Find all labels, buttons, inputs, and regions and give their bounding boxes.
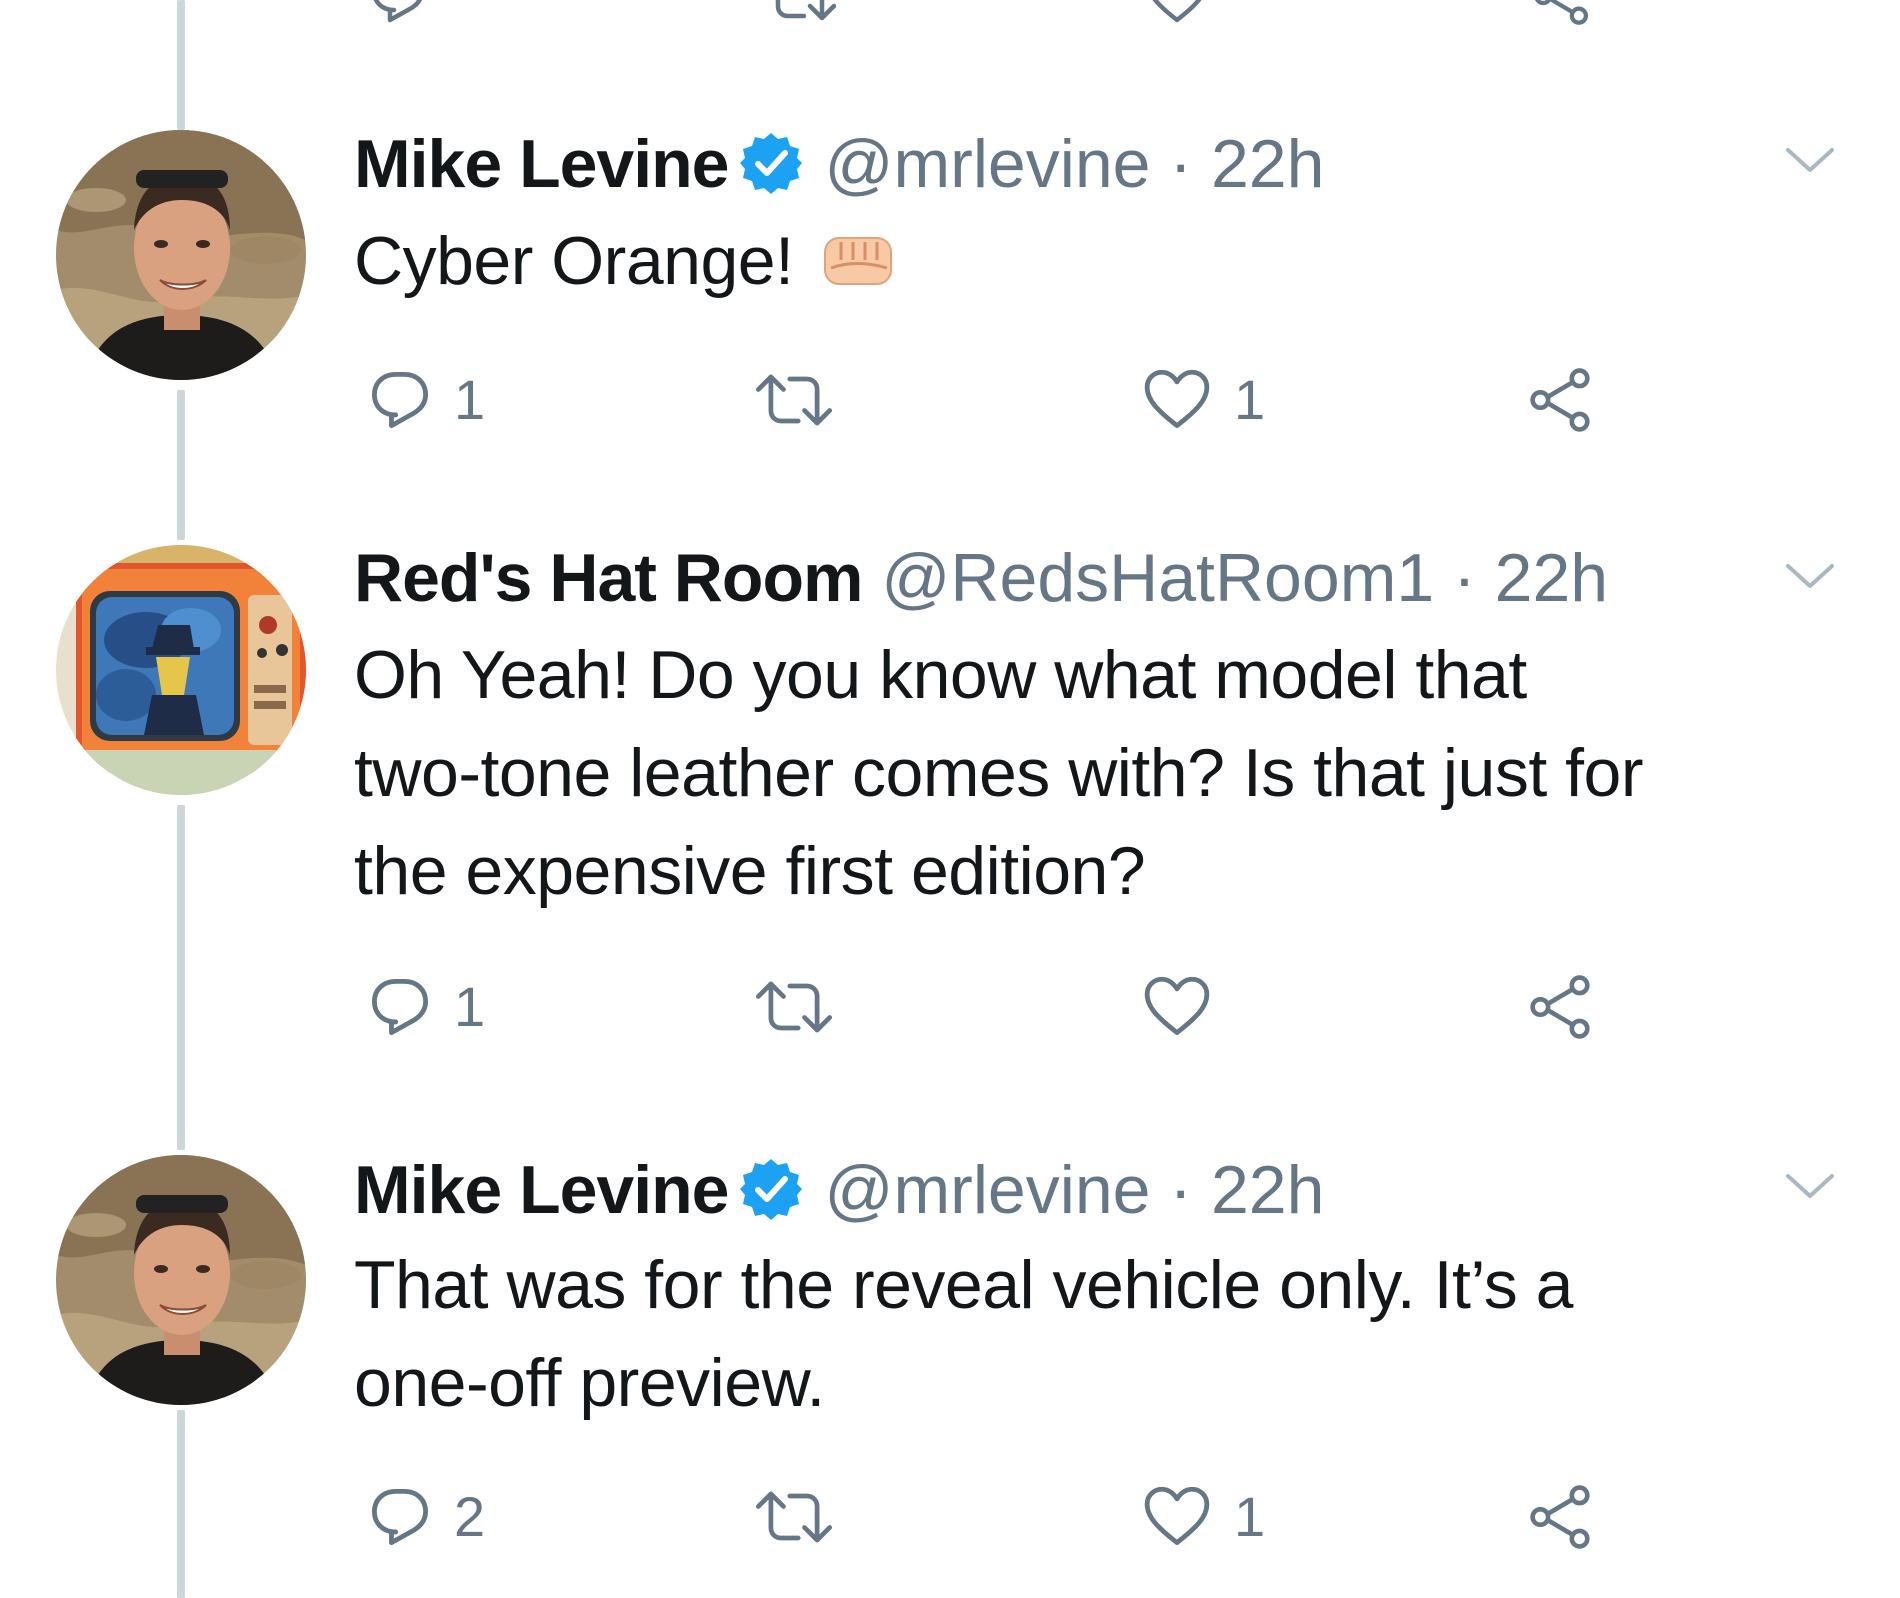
like-count: 1 bbox=[1234, 368, 1266, 431]
tweet-text-line: two-tone leather comes with? Is that jus… bbox=[354, 735, 1644, 811]
retweet-icon bbox=[752, 368, 836, 432]
retweet-icon bbox=[752, 975, 836, 1039]
share-button[interactable] bbox=[1528, 355, 1594, 445]
reply-count: 1 bbox=[454, 368, 486, 431]
retweet-icon[interactable] bbox=[760, 0, 840, 26]
tweet-actions: 1 bbox=[0, 962, 1900, 1052]
chevron-down-icon[interactable] bbox=[1782, 1166, 1838, 1206]
author-name[interactable]: Mike Levine bbox=[354, 1152, 729, 1228]
retweet-button[interactable] bbox=[752, 1472, 858, 1562]
retweet-button[interactable] bbox=[752, 962, 858, 1052]
avatar[interactable] bbox=[56, 130, 306, 380]
tweet-text: That was for the reveal vehicle only. It… bbox=[354, 1236, 1854, 1432]
verified-badge-icon bbox=[739, 131, 803, 195]
tweet-header: Red's Hat Room @RedsHatRoom1 · 22h bbox=[354, 538, 1608, 618]
like-button[interactable] bbox=[1142, 962, 1234, 1052]
author-name[interactable]: Mike Levine bbox=[354, 126, 729, 202]
separator: · bbox=[1169, 1152, 1193, 1228]
heart-icon bbox=[1142, 975, 1212, 1039]
like-button[interactable]: 1 bbox=[1142, 355, 1265, 445]
heart-icon[interactable] bbox=[1145, 0, 1209, 26]
tweet-header: Mike Levine @mrlevine · 22h bbox=[354, 124, 1324, 204]
tweet-text-line: That was for the reveal vehicle only. It… bbox=[354, 1247, 1573, 1323]
share-icon bbox=[1528, 1484, 1594, 1550]
reply-icon[interactable] bbox=[368, 0, 428, 26]
tweet-text: Cyber Orange! bbox=[354, 212, 1854, 310]
avatar[interactable] bbox=[56, 1155, 306, 1405]
tweet-text-line: Cyber Orange! bbox=[354, 223, 794, 299]
share-icon bbox=[1528, 367, 1594, 433]
share-icon[interactable] bbox=[1530, 0, 1594, 26]
share-button[interactable] bbox=[1528, 1472, 1594, 1562]
reply-button[interactable]: 2 bbox=[368, 1472, 485, 1562]
reply-count: 2 bbox=[454, 1485, 486, 1548]
tweet-actions: 1 1 bbox=[0, 355, 1900, 445]
tweet-text-line: the expensive first edition? bbox=[354, 833, 1146, 909]
heart-icon bbox=[1142, 1485, 1212, 1549]
share-icon bbox=[1528, 974, 1594, 1040]
tweet-actions: 2 1 bbox=[0, 1472, 1900, 1562]
reply-icon bbox=[368, 1485, 432, 1549]
separator: · bbox=[1453, 540, 1476, 616]
timestamp[interactable]: 22h bbox=[1211, 126, 1324, 202]
heart-icon bbox=[1142, 368, 1212, 432]
separator: · bbox=[1169, 126, 1193, 202]
reply-count: 1 bbox=[454, 975, 486, 1038]
tweet-text: Oh Yeah! Do you know what model that two… bbox=[354, 626, 1854, 920]
share-button[interactable] bbox=[1528, 962, 1594, 1052]
author-name[interactable]: Red's Hat Room bbox=[354, 540, 863, 616]
avatar[interactable] bbox=[56, 545, 306, 795]
timestamp[interactable]: 22h bbox=[1211, 1152, 1324, 1228]
author-handle[interactable]: @mrlevine bbox=[825, 1152, 1151, 1228]
retweet-icon bbox=[752, 1485, 836, 1549]
reply-button[interactable]: 1 bbox=[368, 962, 485, 1052]
timestamp[interactable]: 22h bbox=[1495, 540, 1608, 616]
reply-button[interactable]: 1 bbox=[368, 355, 485, 445]
chevron-down-icon[interactable] bbox=[1782, 140, 1838, 180]
previous-tweet-actions bbox=[0, 0, 1900, 30]
tweet-text-line: Oh Yeah! Do you know what model that bbox=[354, 637, 1527, 713]
chevron-down-icon[interactable] bbox=[1782, 556, 1838, 596]
like-count: 1 bbox=[1234, 1485, 1266, 1548]
verified-badge-icon bbox=[739, 1157, 803, 1221]
author-handle[interactable]: @mrlevine bbox=[825, 126, 1151, 202]
fist-icon bbox=[823, 228, 901, 290]
author-handle[interactable]: @RedsHatRoom1 bbox=[881, 540, 1434, 616]
retweet-button[interactable] bbox=[752, 355, 858, 445]
tweet-text-line: one-off preview. bbox=[354, 1345, 825, 1421]
like-button[interactable]: 1 bbox=[1142, 1472, 1265, 1562]
tweet-header: Mike Levine @mrlevine · 22h bbox=[354, 1150, 1324, 1230]
reply-icon bbox=[368, 368, 432, 432]
reply-icon bbox=[368, 975, 432, 1039]
